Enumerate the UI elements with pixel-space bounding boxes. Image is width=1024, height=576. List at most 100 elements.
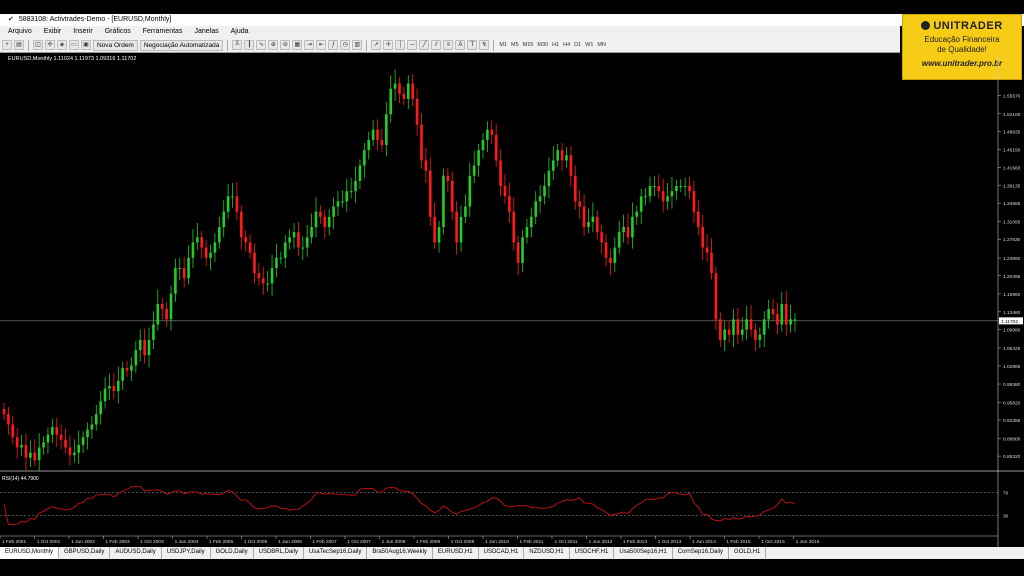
time-tick-label: 1 Feb 2009 <box>416 539 441 545</box>
auto-trading-button[interactable]: Negociação Automatizada <box>139 39 224 51</box>
text-icon[interactable]: A <box>455 40 466 50</box>
price-tick-label: 1.02885 <box>1003 364 1021 370</box>
time-tick-label: 1 Jun 2012 <box>589 539 613 545</box>
tile-windows-icon[interactable]: ▦ <box>292 40 303 50</box>
toolbar-separator <box>493 39 495 51</box>
new-chart-icon[interactable]: + <box>2 40 12 50</box>
time-tick-label: 1 Feb 2013 <box>623 539 648 545</box>
chart-tab[interactable]: Bra50Aug16,Weekly <box>367 547 433 559</box>
periods-icon[interactable]: ◷ <box>340 40 351 50</box>
candle-body <box>714 273 718 320</box>
candle-body <box>160 303 164 310</box>
profiles-icon[interactable]: ▤ <box>14 40 24 50</box>
zoom-out-icon[interactable]: ⊖ <box>280 40 291 50</box>
timeframe-h4[interactable]: H4 <box>562 42 571 48</box>
price-tick-label: 1.38135 <box>1003 183 1021 189</box>
candle-body <box>626 227 630 238</box>
candle-body <box>130 365 133 371</box>
chart-tab[interactable]: NZDUSD,H1 <box>524 547 570 559</box>
chart-tab[interactable]: CornSep16,Daily <box>673 547 730 559</box>
candle-body <box>749 319 753 330</box>
market-watch-icon[interactable]: ◫ <box>33 40 43 50</box>
candle-body <box>143 339 146 356</box>
chart-shift-icon[interactable]: ⇥ <box>304 40 315 50</box>
price-tick-label: 0.99380 <box>1003 382 1021 388</box>
timeframe-mn[interactable]: MN <box>596 42 607 48</box>
candle-body <box>622 227 625 233</box>
timeframe-m15[interactable]: M15 <box>522 42 535 48</box>
candle-body <box>358 165 362 181</box>
chart-tab[interactable]: GOLD,H1 <box>729 547 767 559</box>
candle-body <box>231 196 234 198</box>
candle-body <box>376 129 379 140</box>
timeframe-d1[interactable]: D1 <box>573 42 582 48</box>
vertical-line-icon[interactable]: │ <box>395 40 406 50</box>
chart-tab[interactable]: GOLD,Daily <box>211 547 254 559</box>
candle-body <box>697 211 700 228</box>
candle-body <box>323 216 327 228</box>
menu-janelas[interactable]: Janelas <box>188 26 224 38</box>
horizontal-line-icon[interactable]: ─ <box>407 40 418 50</box>
candle-body <box>218 227 221 243</box>
candle-body <box>534 201 538 217</box>
timeframe-h1[interactable]: H1 <box>551 42 560 48</box>
chart-tab[interactable]: UsaTecSep16,Daily <box>304 547 368 559</box>
cursor-icon[interactable]: ➚ <box>371 40 382 50</box>
navigator-icon[interactable]: ◈ <box>57 40 67 50</box>
candle-body <box>37 447 41 461</box>
chart-tab[interactable]: EURUSD,Monthly <box>0 547 60 559</box>
candle-body <box>51 426 54 435</box>
candle-body <box>297 232 300 248</box>
candle-body <box>103 388 107 402</box>
time-tick-label: 1 Feb 2001 <box>2 539 27 545</box>
candle-body <box>490 129 494 135</box>
zoom-in-icon[interactable]: ⊕ <box>268 40 279 50</box>
new-order-button[interactable]: Nova Ordem <box>93 39 138 51</box>
menu-exibir[interactable]: Exibir <box>38 26 68 38</box>
menu-arquivo[interactable]: Arquivo <box>2 26 38 38</box>
strategy-tester-icon[interactable]: ▣ <box>81 40 91 50</box>
crosshair-icon[interactable]: ✛ <box>383 40 394 50</box>
bar-chart-icon[interactable]: ╨ <box>232 40 243 50</box>
timeframe-w1[interactable]: W1 <box>584 42 594 48</box>
chart-tab[interactable]: AUDUSD,Daily <box>110 547 162 559</box>
price-chart[interactable]: 1.55670 1.52100 1.48635 1.45150 1.41660 1.381… <box>0 53 1024 547</box>
data-window-icon[interactable]: ✣ <box>45 40 55 50</box>
timeframe-m5[interactable]: M5 <box>510 42 520 48</box>
menu-graficos[interactable]: Gráficos <box>99 26 137 38</box>
timeframe-m1[interactable]: M1 <box>498 42 508 48</box>
candle-body <box>64 439 67 448</box>
chart-tab[interactable]: USDCHF,H1 <box>570 547 615 559</box>
timeframe-m30[interactable]: M30 <box>536 42 549 48</box>
autoscroll-icon[interactable]: ⇤ <box>316 40 327 50</box>
unitrader-logo: UNITRADER <box>903 20 1021 32</box>
line-chart-icon[interactable]: ∿ <box>256 40 267 50</box>
fibonacci-icon[interactable]: ≡ <box>443 40 454 50</box>
chart-tab[interactable]: EURUSD,H1 <box>433 547 479 559</box>
candlestick-icon[interactable]: ┃ <box>244 40 255 50</box>
candles-group <box>2 69 797 471</box>
chart-tab[interactable]: USDCAD,H1 <box>479 547 525 559</box>
indicators-icon[interactable]: ƒ <box>328 40 339 50</box>
arrows-icon[interactable]: ↯ <box>479 40 490 50</box>
channel-icon[interactable]: ⫽ <box>431 40 442 50</box>
menu-ferramentas[interactable]: Ferramentas <box>137 26 189 38</box>
menu-inserir[interactable]: Inserir <box>67 26 98 38</box>
time-tick-label: 1 Oct 2003 <box>140 539 164 545</box>
price-tick-label: 1.48635 <box>1003 130 1021 136</box>
chart-tab[interactable]: Usa500Sep16,H1 <box>614 547 673 559</box>
terminal-icon[interactable]: ▭ <box>69 40 79 50</box>
candle-body <box>530 216 533 228</box>
trendline-icon[interactable]: ╱ <box>419 40 430 50</box>
menu-ajuda[interactable]: Ajuda <box>225 26 255 38</box>
candle-body <box>442 175 445 228</box>
time-tick-label: 1 Oct 2005 <box>244 539 268 545</box>
templates-icon[interactable]: ▥ <box>352 40 363 50</box>
chart-tab[interactable]: USDJPY,Daily <box>162 547 211 559</box>
price-tick-label: 1.52100 <box>1003 112 1021 118</box>
candle-body <box>406 83 410 99</box>
chart-tab[interactable]: USDBRL,Daily <box>254 547 304 559</box>
label-icon[interactable]: T <box>467 40 478 50</box>
chart-tab[interactable]: GBPUSD,Daily <box>59 547 111 559</box>
candle-body <box>94 414 98 425</box>
